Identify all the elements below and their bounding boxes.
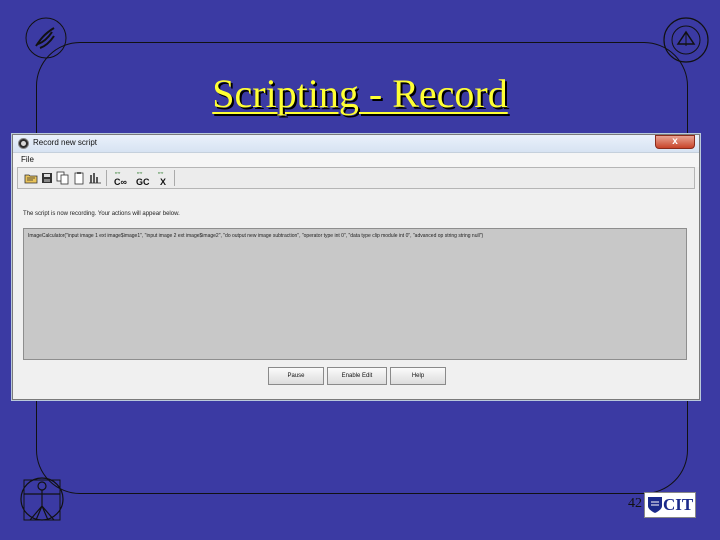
- save-icon[interactable]: [40, 171, 54, 185]
- run-icon[interactable]: rrrr C∞: [114, 170, 132, 188]
- gc-icon-glyph: GC: [136, 177, 150, 187]
- menu-file[interactable]: File: [21, 155, 34, 164]
- open-icon[interactable]: [24, 171, 38, 185]
- toolbar: rrrr C∞ rrrr GC rrrr X: [17, 167, 695, 189]
- chart-icon[interactable]: [88, 171, 102, 185]
- script-text: ImageCalculator("input image 1 ext image…: [28, 233, 484, 239]
- nih-seal-icon: [663, 17, 709, 63]
- copy-icon[interactable]: [56, 171, 70, 185]
- hhs-logo-icon: [25, 17, 67, 59]
- cit-logo-text: CIT: [663, 495, 694, 514]
- enable-edit-button[interactable]: Enable Edit: [327, 367, 387, 385]
- record-script-window: Record new script x File rrrr C∞ rrrr GC: [12, 134, 700, 400]
- delete-icon-label: rrrr: [158, 170, 164, 175]
- gc-icon-label: rrrr: [137, 170, 143, 175]
- toolbar-separator: [174, 170, 175, 186]
- instructions-text: The script is now recording. Your action…: [23, 211, 180, 217]
- app-icon: [18, 138, 29, 149]
- cit-shield-icon: [648, 497, 662, 513]
- delete-icon-glyph: X: [160, 177, 167, 187]
- window-title: Record new script: [33, 138, 98, 147]
- gc-icon[interactable]: rrrr GC: [136, 170, 154, 188]
- help-button[interactable]: Help: [390, 367, 446, 385]
- run-icon-label: rrrr: [115, 170, 121, 175]
- slide-title: Scripting - Record: [212, 71, 508, 116]
- page-number: 42: [628, 496, 642, 511]
- script-text-area[interactable]: ImageCalculator("input image 1 ext image…: [23, 228, 687, 360]
- paste-icon[interactable]: [72, 171, 86, 185]
- run-icon-glyph: C∞: [114, 177, 127, 187]
- delete-icon[interactable]: rrrr X: [158, 170, 172, 188]
- cit-logo: CIT: [644, 492, 696, 518]
- window-titlebar[interactable]: Record new script x: [13, 135, 699, 153]
- pause-button[interactable]: Pause: [268, 367, 324, 385]
- menubar: File: [13, 153, 699, 167]
- close-button[interactable]: x: [655, 135, 695, 149]
- toolbar-separator: [106, 170, 107, 186]
- vitruvian-man-icon: [20, 477, 64, 521]
